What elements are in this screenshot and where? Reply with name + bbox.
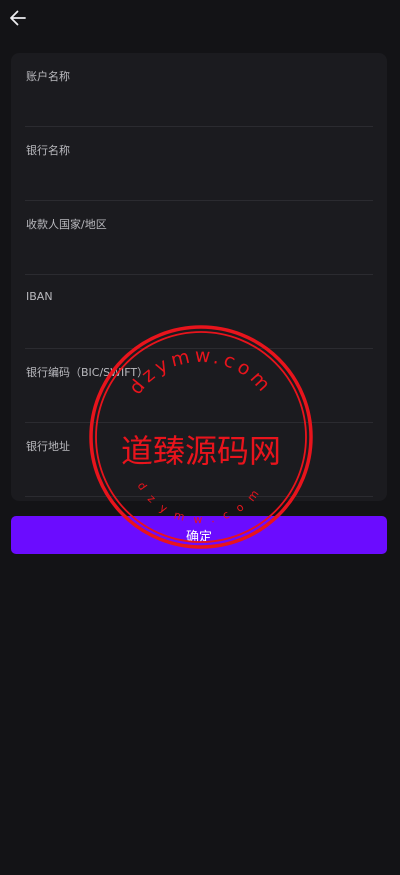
bank-address-field[interactable]: 银行地址 [25,423,373,497]
form-card: 账户名称 银行名称 收款人国家/地区 IBAN 银行编码（BIC/SWIFT） … [11,53,387,501]
back-button[interactable] [6,6,30,30]
iban-input[interactable] [25,313,373,339]
account-name-input[interactable] [25,91,373,117]
bank-address-input[interactable] [25,461,373,487]
field-label: 银行地址 [26,440,70,453]
payee-country-field[interactable]: 收款人国家/地区 [25,201,373,275]
bank-code-field[interactable]: 银行编码（BIC/SWIFT） [25,349,373,423]
payee-country-input[interactable] [25,239,373,265]
iban-field[interactable]: IBAN [25,275,373,349]
top-bar [0,0,400,44]
field-label: IBAN [26,290,53,303]
field-label: 银行名称 [26,144,70,157]
field-label: 账户名称 [26,70,70,83]
bank-account-form-screen: 账户名称 银行名称 收款人国家/地区 IBAN 银行编码（BIC/SWIFT） … [0,0,400,875]
bank-name-input[interactable] [25,165,373,191]
field-label: 银行编码（BIC/SWIFT） [26,366,149,379]
confirm-button[interactable]: 确定 [11,516,387,554]
bank-name-field[interactable]: 银行名称 [25,127,373,201]
arrow-left-icon [10,10,26,26]
account-name-field[interactable]: 账户名称 [25,53,373,127]
field-label: 收款人国家/地区 [26,218,107,231]
bank-code-input[interactable] [25,387,373,413]
